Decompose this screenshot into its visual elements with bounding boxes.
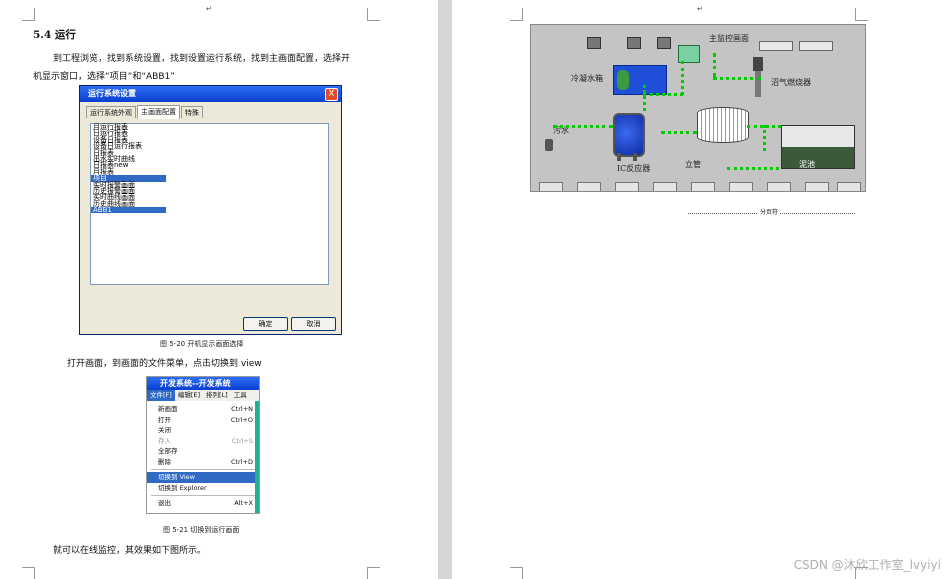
pipe	[713, 53, 716, 77]
window-title: 开发系统--开发系统	[147, 377, 259, 390]
page-break-label: 分页符	[758, 207, 781, 216]
sludge-pool	[781, 125, 855, 169]
menu-item-switch-explorer[interactable]: 切换到 Explorer	[147, 483, 259, 494]
menu-item-save-all[interactable]: 全部存	[147, 446, 259, 457]
hmi-nav-button[interactable]	[837, 182, 861, 191]
pipe	[727, 167, 779, 170]
hmi-nav-button[interactable]	[805, 182, 829, 191]
reactor-leg	[617, 153, 621, 161]
burner-stack	[755, 71, 761, 97]
crop-mark	[367, 8, 380, 21]
menu-edit[interactable]: 编辑[E]	[175, 390, 203, 401]
section-heading: 5.4 运行	[33, 29, 76, 41]
crop-mark	[22, 8, 35, 21]
right-page: ↵ 主监控画面 冷凝水箱 沼气燃烧器 IC反应器 污水 立管 泥池 分页符	[452, 0, 947, 579]
figure-caption-1: 图 5-20 开机显示画面选择	[160, 340, 244, 348]
paragraph-2: 打开画面，到画面的文件菜单，点击切换到 view	[67, 359, 262, 369]
ok-button[interactable]: 确定	[243, 317, 288, 331]
hmi-nav-button[interactable]	[653, 182, 677, 191]
label-cold-water-tank: 冷凝水箱	[571, 74, 603, 83]
menu-arrange[interactable]: 排列[L]	[203, 390, 231, 401]
run-system-settings-dialog: 运行系统设置 X 运行系统外观 主画面配置 特殊 月运行报表 日运行报表 设备日…	[79, 85, 342, 335]
paragraph-1-line-2: 机显示窗口，选择“项目”和“ABB1”	[33, 72, 175, 82]
file-menu-dropdown: 新画面 Ctrl+N 打开 Ctrl+O 关闭 存入 Ctrl+S 全部存 删除 Ctr…	[147, 401, 259, 509]
tab-main-screen[interactable]: 主画面配置	[137, 105, 180, 119]
label-standpipe: 立管	[685, 160, 701, 169]
cancel-button[interactable]: 取消	[291, 317, 336, 331]
crop-mark	[855, 8, 868, 21]
left-page: ↵ 5.4 运行 到工程浏览，找到系统设置，找到设置运行系统，找到主画面配置，选…	[0, 0, 438, 579]
hmi-button[interactable]	[799, 41, 833, 51]
menu-item-exit[interactable]: 退出 Alt+X	[147, 498, 259, 509]
menu-file[interactable]: 文件[F]	[147, 390, 175, 401]
menu-item-delete[interactable]: 删除 Ctrl+D	[147, 457, 259, 468]
valve-icon	[657, 37, 671, 49]
paragraph-1-line-1: 到工程浏览，找到系统设置，找到设置运行系统，找到主画面配置，选择开	[53, 54, 351, 64]
list-item-selected[interactable]: ABB1	[91, 206, 166, 214]
menu-item-switch-view[interactable]: 切换到 View	[147, 472, 259, 483]
crop-mark	[22, 567, 35, 579]
screen-list[interactable]: 月运行报表 日运行报表 设备日报表 设备日运行报表 日报表 出水实时曲线 日报表…	[90, 123, 329, 285]
hmi-nav-button[interactable]	[539, 182, 563, 191]
figure-caption-2: 图 5-21 切换到运行画面	[163, 526, 240, 534]
paragraph-3: 就可以在线监控，其效果如下图所示。	[53, 546, 207, 556]
dialog-title: 运行系统设置	[80, 86, 341, 102]
pipe	[643, 85, 646, 111]
tank-cylinder-icon	[617, 70, 629, 90]
hmi-nav-button[interactable]	[691, 182, 715, 191]
label-sludge-pool: 泥池	[799, 160, 815, 169]
valve-icon	[587, 37, 601, 49]
pipe	[763, 125, 766, 151]
label-ic-reactor: IC反应器	[617, 164, 651, 173]
pipe	[681, 61, 684, 95]
standpipe-tank	[697, 107, 749, 143]
window-edge	[255, 401, 259, 513]
menu-bar: 文件[F] 编辑[E] 排列[L] 工具	[147, 390, 259, 401]
paragraph-mark: ↵	[206, 5, 212, 13]
menu-item-new[interactable]: 新画面 Ctrl+N	[147, 404, 259, 415]
hmi-nav-button[interactable]	[729, 182, 753, 191]
tab-appearance[interactable]: 运行系统外观	[86, 106, 136, 118]
menu-separator	[151, 469, 255, 470]
crop-mark	[367, 567, 380, 579]
crop-mark	[510, 567, 523, 579]
menu-item-open[interactable]: 打开 Ctrl+O	[147, 415, 259, 426]
main-monitoring-hmi: 主监控画面 冷凝水箱 沼气燃烧器 IC反应器 污水 立管 泥池	[530, 24, 866, 192]
label-biogas-burner: 沼气燃烧器	[771, 78, 811, 87]
pump-icon	[545, 139, 553, 151]
pipe	[713, 77, 761, 80]
pipe	[661, 131, 697, 134]
tab-special[interactable]: 特殊	[181, 106, 203, 118]
menu-item-close[interactable]: 关闭	[147, 425, 259, 436]
pipe	[553, 125, 613, 128]
dialog-tabs: 运行系统外观 主画面配置 特殊	[86, 105, 204, 119]
crop-mark	[510, 8, 523, 21]
hmi-button[interactable]	[759, 41, 793, 51]
close-icon[interactable]: X	[325, 88, 338, 101]
burner-icon	[753, 57, 763, 71]
watermark: CSDN @沐欣工作室_lvyiyi	[793, 558, 941, 572]
menu-tools[interactable]: 工具	[231, 390, 250, 401]
hmi-nav-button[interactable]	[767, 182, 791, 191]
hmi-title: 主监控画面	[709, 34, 749, 43]
menu-separator	[151, 495, 255, 496]
paragraph-mark: ↵	[697, 5, 703, 13]
dev-system-menu-window: 开发系统--开发系统 文件[F] 编辑[E] 排列[L] 工具 新画面 Ctrl+…	[146, 376, 260, 514]
reactor-leg	[633, 153, 637, 161]
pipe	[643, 93, 683, 96]
hmi-nav-button[interactable]	[615, 182, 639, 191]
hmi-nav-button[interactable]	[577, 182, 601, 191]
valve-icon	[627, 37, 641, 49]
ic-reactor-vessel	[613, 113, 645, 157]
menu-item-save: 存入 Ctrl+S	[158, 436, 253, 445]
